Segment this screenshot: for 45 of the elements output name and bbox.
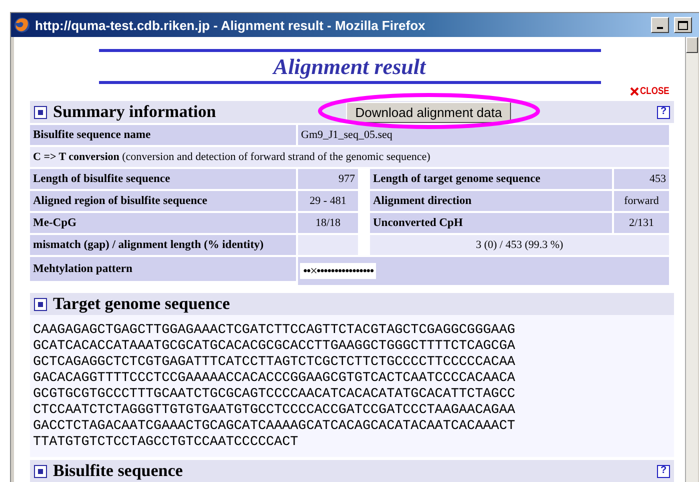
- section-toggle-icon[interactable]: [34, 464, 47, 478]
- sequence-line: CTCCAATCTCTAGGGTTGTGTGAATGTGCCTCCCCACCGATCCGATCCCTAAGAACAGAA: [33, 403, 516, 419]
- maximize-button[interactable]: [674, 17, 692, 33]
- section-toggle-icon[interactable]: [34, 298, 47, 310]
- methylation-pattern: ••×••••••••••••••••: [300, 263, 376, 279]
- field-label: Aligned region of bisulfite sequence: [30, 191, 296, 211]
- field-label: Unconverted CpH: [370, 213, 612, 233]
- sequence-line: GCTCAGAGGCTCTCGTGAGATTTCATCCTTAGTCTCGCTCTTCTGCCCCTTCCCCCACAA: [33, 355, 516, 371]
- field-value: forward: [614, 191, 669, 211]
- field-value: 453: [614, 169, 669, 189]
- page-title: Alignment result: [273, 54, 426, 80]
- download-button[interactable]: Download alignment data: [346, 102, 511, 122]
- field-label: Bisulfite sequence name: [30, 125, 296, 145]
- minimize-button[interactable]: [651, 17, 669, 33]
- conversion-note: C => T conversion (conversion and detection of forward strand of the genomic sequence): [30, 147, 669, 167]
- close-link[interactable]: CLOSE: [14, 85, 674, 97]
- field-label: mismatch (gap) / alignment length (% identity): [30, 235, 296, 255]
- field-value: 977: [298, 169, 358, 189]
- field-label: Mehtylation pattern: [30, 257, 296, 281]
- help-icon[interactable]: ?: [657, 106, 670, 118]
- field-value: 3 (0) / 453 (99.3 %): [370, 235, 669, 255]
- help-icon[interactable]: ?: [657, 464, 670, 478]
- sequence-line: GACACAGGTTTTCCCTCCGAAAAACCACACCCGGAAGCGTGTCACTCAATCCCCACAACA: [33, 371, 516, 387]
- field-value: 18/18: [298, 213, 358, 233]
- window-title: http://quma-test.cdb.riken.jp - Alignment result - Mozilla Firefox: [35, 18, 426, 32]
- sequence-line: TTATGTGTCTCCTAGCCTGTCCAATCCCCCACT: [33, 435, 298, 451]
- section-heading: Bisulfite sequence: [53, 461, 183, 481]
- sequence-line: GCATCACACCATAAATGCGCATGCACACGCGCACCTTGAAGGCTGGGCTTTTCTCAGCGA: [33, 339, 516, 355]
- field-value: 2/131: [614, 213, 669, 233]
- field-label: Length of bisulfite sequence: [30, 169, 296, 189]
- field-label: Alignment direction: [370, 191, 612, 211]
- field-value: 29 - 481: [298, 191, 358, 211]
- scrollbar[interactable]: [685, 37, 698, 482]
- section-toggle-icon[interactable]: [34, 106, 47, 118]
- field-label: Length of target genome sequence: [370, 169, 612, 189]
- section-heading: Summary information: [53, 102, 216, 122]
- sequence-line: CAAGAGAGCTGAGCTTGGAGAAACTCGATCTTCCAGTTCTACGTAGCTCGAGGCGGGAAG: [33, 323, 516, 339]
- sequence-line: GCGTGCGTGCCCTTTGCAATCTGCGCAGTCCCCAACATCACACATATGCACATTCTAGCC: [33, 387, 516, 403]
- sequence-line: GACCTCTAGACAATCGAAACTGCAGCATCAAAAGCATCACAGCACATACAATCACAAACT: [33, 419, 516, 435]
- field-value: Gm9_J1_seq_05.seq: [298, 125, 669, 145]
- maximize-icon: [678, 20, 688, 30]
- section-heading: Target genome sequence: [53, 294, 230, 314]
- browser-logo-icon: [14, 17, 30, 33]
- field-label: Me-CpG: [30, 213, 296, 233]
- close-icon: [630, 86, 639, 96]
